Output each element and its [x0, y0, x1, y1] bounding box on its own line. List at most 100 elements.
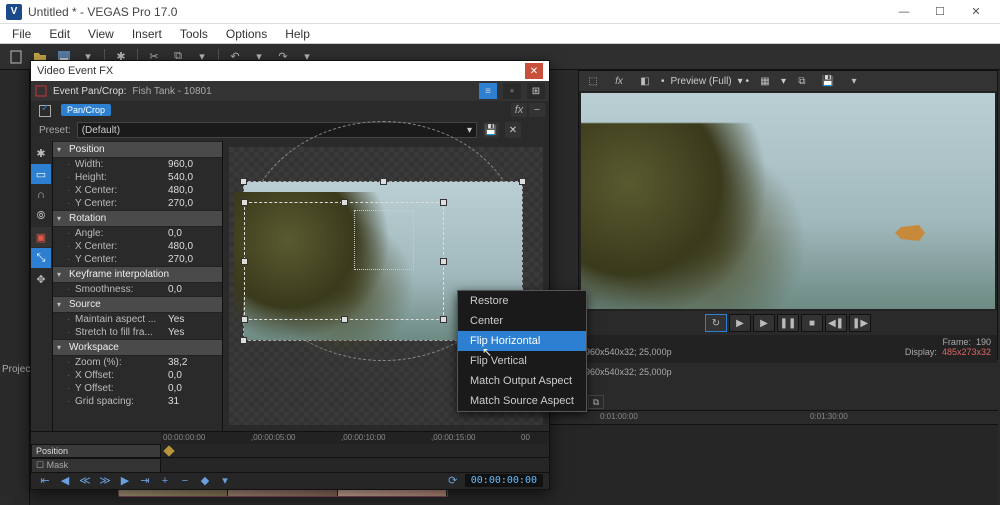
- prop-row[interactable]: Height:540,0: [53, 171, 222, 184]
- prop-value[interactable]: 270,0: [168, 254, 218, 265]
- prop-value[interactable]: Yes: [168, 327, 218, 338]
- loop-button[interactable]: ↻: [705, 314, 727, 332]
- prop-value[interactable]: 540,0: [168, 172, 218, 183]
- fx-remove-plugin-icon[interactable]: −: [529, 103, 545, 117]
- kf-curve-button[interactable]: ◆: [197, 474, 213, 488]
- prop-value[interactable]: 480,0: [168, 241, 218, 252]
- fx-chain-btn-b[interactable]: ▫: [503, 83, 521, 99]
- kf-lane-mask-track[interactable]: [161, 458, 549, 473]
- ctx-item-restore[interactable]: Restore: [458, 291, 586, 311]
- prop-value[interactable]: 0,0: [168, 383, 218, 394]
- prop-group-rotation[interactable]: Rotation: [53, 210, 222, 227]
- preview-drop-icon[interactable]: ▾: [844, 71, 864, 91]
- kf-add-button[interactable]: +: [157, 474, 173, 488]
- prop-value[interactable]: 270,0: [168, 198, 218, 209]
- menu-edit[interactable]: Edit: [41, 25, 78, 43]
- preset-delete-button[interactable]: ✕: [505, 122, 521, 138]
- kf-prev-button[interactable]: ◀: [57, 474, 73, 488]
- prop-value[interactable]: 480,0: [168, 185, 218, 196]
- ctx-item-center[interactable]: Center: [458, 311, 586, 331]
- kf-rew-button[interactable]: ≪: [77, 474, 93, 488]
- menu-tools[interactable]: Tools: [172, 25, 216, 43]
- prop-value[interactable]: 0,0: [168, 228, 218, 239]
- crop-inner-frame[interactable]: [244, 202, 444, 320]
- prop-row[interactable]: Grid spacing:31: [53, 395, 222, 408]
- kf-next-button[interactable]: ▶: [117, 474, 133, 488]
- ctx-item-flip-vertical[interactable]: Flip Vertical: [458, 351, 586, 371]
- tool-move-icon[interactable]: ▣: [31, 227, 51, 247]
- tool-settings-icon[interactable]: ✱: [31, 143, 51, 163]
- prop-group-position[interactable]: Position: [53, 141, 222, 158]
- tool-move-free-icon[interactable]: ✥: [31, 269, 51, 289]
- next-frame-button[interactable]: ❚▶: [849, 314, 871, 332]
- menu-help[interactable]: Help: [277, 25, 318, 43]
- prop-value[interactable]: 960,0: [168, 159, 218, 170]
- fx-dialog-titlebar[interactable]: Video Event FX ✕: [31, 61, 549, 81]
- tool-normal-icon[interactable]: ▭: [31, 164, 51, 184]
- stop-button[interactable]: ■: [801, 314, 823, 332]
- prop-row[interactable]: X Offset:0,0: [53, 369, 222, 382]
- tool-size-icon[interactable]: ⤡: [31, 248, 51, 268]
- prop-row[interactable]: Angle:0,0: [53, 227, 222, 240]
- ctx-item-match-output-aspect[interactable]: Match Output Aspect: [458, 371, 586, 391]
- kf-drop-button[interactable]: ▾: [217, 474, 233, 488]
- kf-timecode[interactable]: 00:00:00:00: [465, 474, 543, 487]
- window-close-button[interactable]: ✕: [958, 0, 994, 24]
- window-maximize-button[interactable]: ☐: [922, 0, 958, 24]
- pause-button[interactable]: ❚❚: [777, 314, 799, 332]
- preset-save-button[interactable]: 💾: [483, 122, 499, 138]
- menu-file[interactable]: File: [4, 25, 39, 43]
- prop-group-keyframe-interpolation[interactable]: Keyframe interpolation: [53, 266, 222, 283]
- preview-split-icon[interactable]: ◧: [635, 71, 655, 91]
- prop-row[interactable]: Zoom (%):38,2: [53, 356, 222, 369]
- kf-lane-mask[interactable]: ☐ Mask: [31, 458, 161, 473]
- prop-value[interactable]: 0,0: [168, 370, 218, 381]
- prop-value[interactable]: 38,2: [168, 357, 218, 368]
- fx-dialog-close-button[interactable]: ✕: [525, 63, 543, 79]
- prop-row[interactable]: X Center:480,0: [53, 240, 222, 253]
- tool-lock-icon[interactable]: ⦾: [31, 206, 51, 226]
- preview-copy-icon[interactable]: ⧉: [792, 71, 812, 91]
- prev-frame-button[interactable]: ◀❚: [825, 314, 847, 332]
- prop-row[interactable]: X Center:480,0: [53, 184, 222, 197]
- prop-group-source[interactable]: Source: [53, 296, 222, 313]
- kf-ruler[interactable]: 00:00:00:00 ,00:00:05:00 ,00:00:10:00 ,0…: [161, 432, 549, 444]
- kf-first-button[interactable]: ⇤: [37, 474, 53, 488]
- keyframe-diamond[interactable]: [163, 445, 174, 456]
- kf-fwd-button[interactable]: ≫: [97, 474, 113, 488]
- prop-row[interactable]: Y Center:270,0: [53, 253, 222, 266]
- kf-lane-position-track[interactable]: [161, 444, 549, 458]
- project-tab[interactable]: Project: [2, 364, 33, 375]
- preview-grid-icon[interactable]: ▦: [755, 71, 775, 91]
- preview-fx-icon[interactable]: fx: [609, 71, 629, 91]
- prop-row[interactable]: Width:960,0: [53, 158, 222, 171]
- menu-options[interactable]: Options: [218, 25, 275, 43]
- kf-del-button[interactable]: −: [177, 474, 193, 488]
- prop-value[interactable]: 0,0: [168, 284, 218, 295]
- fx-plugin-tag[interactable]: Pan/Crop: [61, 104, 111, 116]
- ctx-item-match-source-aspect[interactable]: Match Source Aspect: [458, 391, 586, 411]
- prop-row[interactable]: Maintain aspect ...Yes: [53, 313, 222, 326]
- play-button[interactable]: ▶: [753, 314, 775, 332]
- kf-lane-position[interactable]: Position: [31, 444, 161, 458]
- fx-chain-btn-a[interactable]: ≡: [479, 83, 497, 99]
- prop-row[interactable]: Stretch to fill fra...Yes: [53, 326, 222, 339]
- play-start-button[interactable]: ▶: [729, 314, 751, 332]
- preview-quality-dropdown[interactable]: Preview (Full): [671, 76, 732, 87]
- tool-magnet-icon[interactable]: ∩: [31, 185, 51, 205]
- kf-sync-button[interactable]: ⟳: [445, 474, 461, 488]
- prop-value[interactable]: 31: [168, 396, 218, 407]
- prop-group-workspace[interactable]: Workspace: [53, 339, 222, 356]
- preview-extfx-icon[interactable]: ⬚: [583, 71, 603, 91]
- tl-tool-b[interactable]: ⧉: [588, 395, 604, 409]
- prop-value[interactable]: Yes: [168, 314, 218, 325]
- fx-add-plugin-icon[interactable]: fx: [511, 103, 527, 117]
- window-minimize-button[interactable]: —: [886, 0, 922, 24]
- ctx-item-flip-horizontal[interactable]: Flip Horizontal: [458, 331, 586, 351]
- menu-insert[interactable]: Insert: [124, 25, 170, 43]
- prop-row[interactable]: Y Offset:0,0: [53, 382, 222, 395]
- prop-row[interactable]: Y Center:270,0: [53, 197, 222, 210]
- kf-last-button[interactable]: ⇥: [137, 474, 153, 488]
- preview-save-icon[interactable]: 💾: [818, 71, 838, 91]
- fx-chain-btn-c[interactable]: ⊞: [527, 83, 545, 99]
